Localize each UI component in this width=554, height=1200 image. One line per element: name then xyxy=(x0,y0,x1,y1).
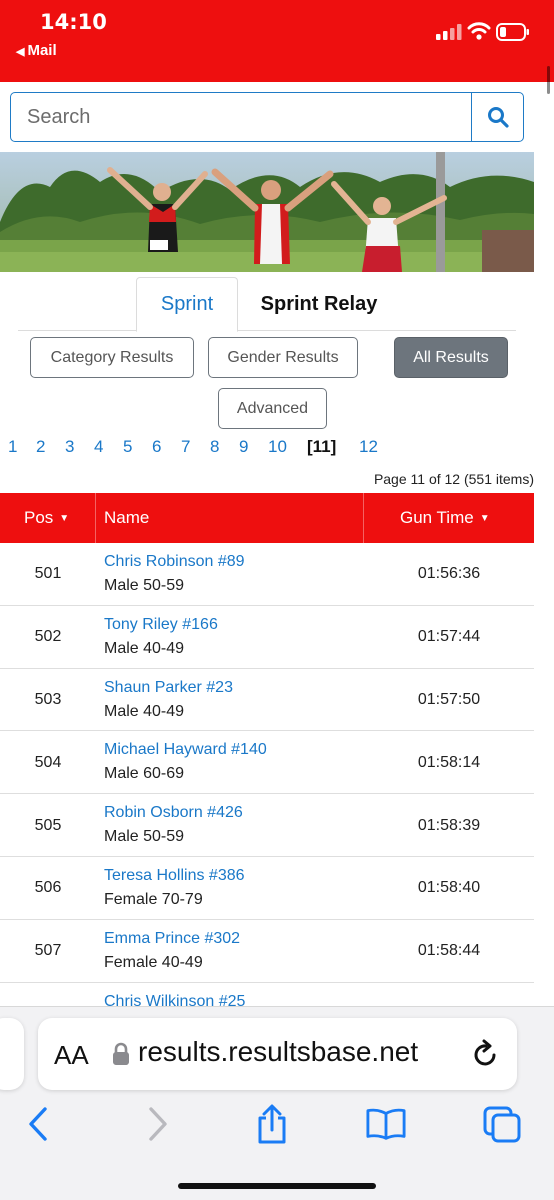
athlete-category: Male 40-49 xyxy=(104,702,185,720)
search-bar xyxy=(10,92,524,142)
gun-time-header-label: Gun Time xyxy=(400,508,474,527)
row-position: 504 xyxy=(34,753,62,771)
tab-sprint-relay[interactable]: Sprint Relay xyxy=(246,277,392,331)
table-row: 506 Teresa Hollins #386 Female 70-79 01:… xyxy=(0,857,534,920)
page-link-9[interactable]: 9 xyxy=(239,437,248,457)
gun-time: 01:56:36 xyxy=(417,565,481,583)
page-info: Page 11 of 12 (551 items) xyxy=(373,471,534,487)
category-results-button[interactable]: Category Results xyxy=(30,337,194,378)
athlete-category: Male 50-59 xyxy=(104,828,185,846)
athlete-category: Male 50-59 xyxy=(104,577,185,594)
advanced-button[interactable]: Advanced xyxy=(218,388,327,429)
page-link-12[interactable]: 12 xyxy=(359,437,378,457)
table-row: 503 Shaun Parker #23 Male 40-49 01:57:50 xyxy=(0,669,534,732)
page-link-8[interactable]: 8 xyxy=(210,437,219,457)
table-row: 505 Robin Osborn #426 Male 50-59 01:58:3… xyxy=(0,794,534,857)
bookmarks-button[interactable] xyxy=(366,1104,406,1144)
row-position: 506 xyxy=(34,879,62,897)
athlete-category: Male 60-69 xyxy=(104,765,185,783)
scroll-indicator xyxy=(547,66,550,94)
page-link-1[interactable]: 1 xyxy=(8,437,17,457)
tabs-icon xyxy=(483,1106,521,1143)
row-position: 501 xyxy=(34,565,62,583)
page-link-2[interactable]: 2 xyxy=(36,437,45,457)
name-header-label: Name xyxy=(104,508,150,527)
wifi-icon xyxy=(467,22,491,40)
hero-race-photo xyxy=(0,152,534,272)
gun-time: 01:58:14 xyxy=(417,753,481,771)
athlete-name-link[interactable]: Teresa Hollins #386 xyxy=(104,867,245,885)
athlete-category: Male 40-49 xyxy=(104,639,185,657)
gun-time: 01:57:44 xyxy=(417,628,481,646)
table-row: 507 Emma Prince #302 Female 40-49 01:58:… xyxy=(0,920,534,983)
table-row: 501 Chris Robinson #89 Male 50-59 01:56:… xyxy=(0,543,534,606)
forward-button[interactable] xyxy=(138,1104,178,1144)
lock-icon xyxy=(113,1042,129,1065)
athlete-name-link[interactable]: Chris Robinson #89 xyxy=(104,553,245,571)
gun-time: 01:58:44 xyxy=(417,942,481,960)
row-position: 502 xyxy=(34,628,62,646)
share-icon xyxy=(258,1104,286,1144)
athlete-name-link[interactable]: Michael Hayward #140 xyxy=(104,741,267,759)
page-link-4[interactable]: 4 xyxy=(94,437,103,457)
cellular-signal-icon xyxy=(436,24,462,40)
gun-time-column-header[interactable]: Gun Time ▼ xyxy=(364,493,534,543)
pos-column-header[interactable]: Pos ▼ xyxy=(0,493,96,543)
results-table-header: Pos ▼ Name Gun Time ▼ xyxy=(0,493,534,543)
table-row: 504 Michael Hayward #140 Male 60-69 01:5… xyxy=(0,731,534,795)
page-link-10[interactable]: 10 xyxy=(268,437,287,457)
back-triangle-icon: ◀ xyxy=(16,46,25,58)
page-current-11: [11] xyxy=(307,437,337,456)
table-row: 502 Tony Riley #166 Male 40-49 01:57:44 xyxy=(0,606,534,669)
athlete-name-link[interactable]: Robin Osborn #426 xyxy=(104,804,243,822)
row-position: 503 xyxy=(34,690,62,708)
sort-down-icon: ▼ xyxy=(479,512,490,524)
battery-icon xyxy=(496,23,529,41)
search-input[interactable] xyxy=(11,93,471,141)
reload-icon[interactable] xyxy=(472,1039,500,1069)
chevron-right-icon xyxy=(149,1107,167,1141)
home-indicator xyxy=(178,1183,376,1189)
pos-header-label: Pos xyxy=(24,508,54,527)
gun-time: 01:58:39 xyxy=(417,816,481,834)
book-icon xyxy=(366,1108,406,1140)
row-position: 507 xyxy=(34,942,62,960)
athlete-name-link[interactable]: Shaun Parker #23 xyxy=(104,679,233,697)
sort-down-icon: ▼ xyxy=(59,512,70,524)
search-button[interactable] xyxy=(471,93,523,141)
text-size-button[interactable]: AA xyxy=(54,1040,89,1071)
gun-time: 01:58:40 xyxy=(417,879,481,897)
search-icon xyxy=(487,107,509,128)
status-bar: 14:10 ◀ Mail xyxy=(0,0,554,94)
athlete-category: Female 70-79 xyxy=(104,890,203,908)
share-button[interactable] xyxy=(252,1104,292,1144)
gender-results-button[interactable]: Gender Results xyxy=(208,337,358,378)
athlete-name-link[interactable]: Emma Prince #302 xyxy=(104,930,240,948)
status-time: 14:10 xyxy=(40,10,107,34)
url-text: results.resultsbase.net xyxy=(138,1036,419,1067)
text-size-label: AA xyxy=(54,1040,89,1070)
athlete-category: Female 40-49 xyxy=(104,953,203,971)
page-link-5[interactable]: 5 xyxy=(123,437,132,457)
all-results-button[interactable]: All Results xyxy=(394,337,508,378)
page-link-7[interactable]: 7 xyxy=(181,437,190,457)
gun-time: 01:57:50 xyxy=(417,690,481,708)
back-to-mail-link[interactable]: ◀ Mail xyxy=(16,42,57,59)
tab-sprint[interactable]: Sprint xyxy=(136,277,238,332)
results-table-body: 501 Chris Robinson #89 Male 50-59 01:56:… xyxy=(0,543,534,1013)
event-tabs: Sprint Sprint Relay xyxy=(18,277,516,332)
athlete-name-link[interactable]: Tony Riley #166 xyxy=(104,616,218,634)
page-link-3[interactable]: 3 xyxy=(65,437,74,457)
page-link-6[interactable]: 6 xyxy=(152,437,161,457)
previous-tab-preview[interactable] xyxy=(0,1018,24,1090)
address-bar[interactable]: AA results.resultsbase.net xyxy=(38,1018,517,1090)
back-button[interactable] xyxy=(18,1104,58,1144)
tabs-button[interactable] xyxy=(482,1104,522,1144)
row-position: 505 xyxy=(34,816,62,834)
name-column-header: Name xyxy=(96,493,364,543)
chevron-left-icon xyxy=(29,1107,47,1141)
back-label: Mail xyxy=(27,42,57,59)
